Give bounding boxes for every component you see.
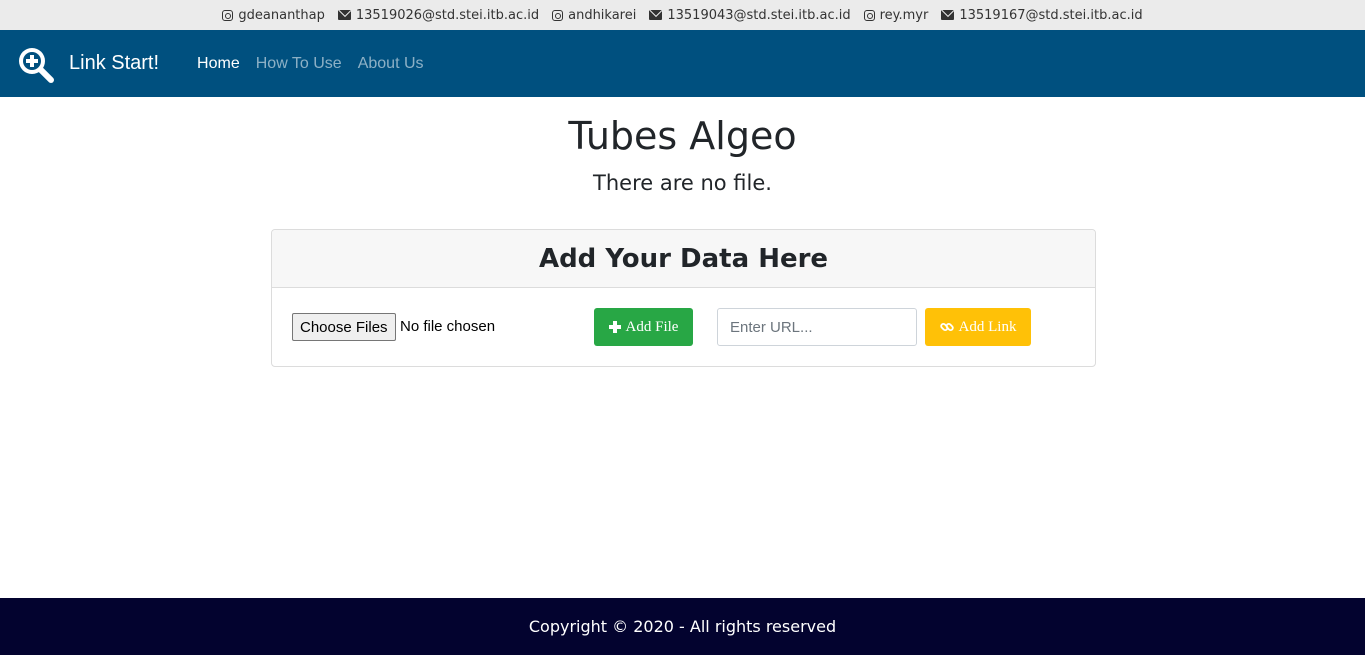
add-data-card: Add Your Data Here Choose Files No file … xyxy=(271,229,1096,367)
instagram-icon xyxy=(863,9,875,21)
nav-link-home[interactable]: Home xyxy=(197,55,240,73)
plus-icon xyxy=(608,321,621,333)
search-plus-icon xyxy=(19,47,54,83)
url-input[interactable] xyxy=(717,308,917,346)
add-link-button[interactable]: Add Link xyxy=(925,308,1031,346)
choose-files-button[interactable]: Choose Files xyxy=(292,313,396,341)
copyright-text: Copyright © 2020 - All rights reserved xyxy=(528,617,837,636)
brand-name: Link Start! xyxy=(69,52,160,74)
nav-link-how-to-use[interactable]: How To Use xyxy=(256,55,342,73)
link-icon xyxy=(939,322,954,332)
contact-text: 13519043@std.stei.itb.ac.id xyxy=(667,7,851,23)
instagram-icon xyxy=(222,9,234,21)
envelope-icon xyxy=(337,10,351,20)
instagram-icon xyxy=(552,9,564,21)
contact-item-instagram[interactable]: andhikarei xyxy=(552,8,636,23)
brand-link[interactable]: Link Start! xyxy=(15,44,159,84)
envelope-icon xyxy=(649,10,663,20)
contact-item-email[interactable]: 13519043@std.stei.itb.ac.id xyxy=(649,7,851,23)
contact-item-instagram[interactable]: rey.myr xyxy=(863,7,929,23)
contact-text: 13519026@std.stei.itb.ac.id xyxy=(355,7,540,23)
card-header: Add Your Data Here xyxy=(272,230,1095,288)
page-title: Tubes Algeo xyxy=(568,114,797,158)
contact-text: gdeananthap xyxy=(238,7,325,23)
contact-text: 13519167@std.stei.itb.ac.id xyxy=(959,7,1143,23)
contact-text: andhikarei xyxy=(568,7,637,23)
contact-item-email[interactable]: 13519026@std.stei.itb.ac.id xyxy=(337,7,540,23)
navbar: Link Start! Home How To Use About Us xyxy=(0,30,1365,97)
file-status-text: No file chosen xyxy=(400,318,496,335)
footer: Copyright © 2020 - All rights reserved xyxy=(0,598,1365,655)
nav-link-about-us[interactable]: About Us xyxy=(358,55,424,73)
nav-links: Home How To Use About Us xyxy=(197,55,423,73)
contact-item-email[interactable]: 13519167@std.stei.itb.ac.id xyxy=(941,7,1143,23)
envelope-icon xyxy=(941,10,955,20)
card-body: Choose Files No file chosen Add File Add… xyxy=(272,288,1095,366)
contact-text: rey.myr xyxy=(879,7,929,23)
add-file-label: Add File xyxy=(625,318,679,335)
add-file-button[interactable]: Add File xyxy=(594,308,693,346)
contact-item-instagram[interactable]: gdeananthap xyxy=(222,7,325,23)
add-link-label: Add Link xyxy=(958,318,1017,335)
contact-bar: gdeananthap 13519026@std.stei.itb.ac.id … xyxy=(0,0,1365,30)
page-subtitle: There are no file. xyxy=(593,171,772,195)
